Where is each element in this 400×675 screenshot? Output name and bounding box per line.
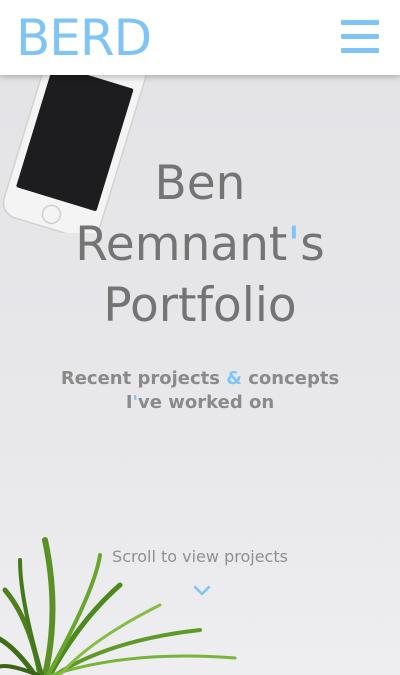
hamburger-menu-icon[interactable] <box>341 18 379 56</box>
page-subtitle: Recent projects & concepts I've worked o… <box>40 367 360 415</box>
title-line-1: Ben <box>154 156 246 211</box>
title-apostrophe: ' <box>287 217 301 272</box>
hero-section: Ben Remnant's Portfolio Recent projects … <box>0 75 400 675</box>
site-header: BERD <box>0 0 400 75</box>
chevron-down-icon[interactable] <box>193 585 211 597</box>
title-possessive: s <box>300 217 325 272</box>
title-line-2: Remnant's <box>0 214 400 275</box>
subtitle-ampersand: & <box>226 368 242 389</box>
logo[interactable]: BERD <box>16 8 152 68</box>
title-line-3: Portfolio <box>103 278 297 333</box>
scroll-hint: Scroll to view projects <box>112 547 288 566</box>
menu-bar <box>341 20 379 25</box>
title-name: Remnant <box>75 217 288 272</box>
subtitle-part: Recent projects <box>60 368 227 389</box>
menu-bar <box>341 48 379 53</box>
menu-bar <box>341 34 379 39</box>
subtitle-part: ve worked on <box>138 392 275 413</box>
page-title: Ben Remnant's Portfolio <box>0 153 400 336</box>
